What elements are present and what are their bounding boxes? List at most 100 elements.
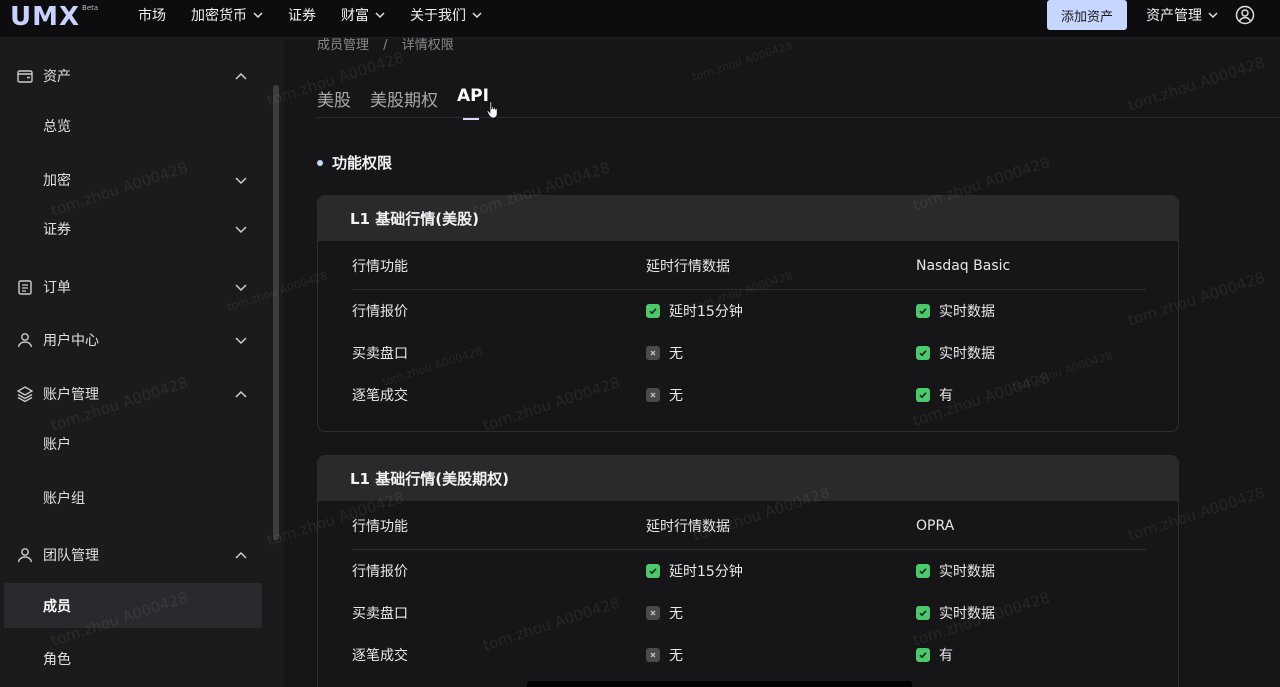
- feature-cell: 买卖盘口: [352, 606, 408, 622]
- nav-crypto[interactable]: 加密货币: [191, 5, 263, 25]
- feature-cell: 行情报价: [352, 564, 408, 580]
- column-header: 行情功能: [352, 258, 408, 275]
- table-row: 行情报价 延时15分钟 实时数据: [318, 550, 1178, 592]
- table-row: 买卖盘口 无 实时数据: [318, 592, 1178, 634]
- breadcrumb: 成员管理 / 详情权限: [317, 34, 464, 53]
- sidebar-item-assets[interactable]: 资产: [0, 56, 262, 96]
- sidebar-item-account-management[interactable]: 账户管理: [0, 374, 262, 414]
- column-header: 行情功能: [352, 518, 408, 535]
- tab-us-options[interactable]: 美股期权: [370, 86, 438, 111]
- sidebar-item-account-groups[interactable]: 账户组: [0, 478, 262, 518]
- chevron-down-icon: [1208, 12, 1218, 18]
- premium-cell: 有: [916, 385, 953, 405]
- section-title: 功能权限: [317, 152, 392, 173]
- chevron-up-icon: [235, 72, 247, 80]
- check-icon: [916, 388, 930, 402]
- sidebar-item-accounts[interactable]: 账户: [0, 424, 262, 464]
- check-icon: [916, 606, 930, 620]
- layers-icon: [16, 386, 34, 403]
- clipboard-icon: [18, 280, 32, 295]
- check-icon: [916, 304, 930, 318]
- table-header: 行情功能 延时行情数据 Nasdaq Basic: [318, 241, 1178, 290]
- tab-us-stocks[interactable]: 美股: [317, 86, 351, 111]
- tabs-divider: [317, 117, 1280, 118]
- feature-cell: 买卖盘口: [352, 346, 408, 362]
- bullet-dot: [317, 159, 323, 166]
- cross-icon: [646, 346, 660, 360]
- tab-bar: 美股 美股期权 API: [317, 86, 508, 120]
- table-row: 行情报价 延时15分钟 实时数据: [318, 290, 1178, 332]
- chevron-down-icon: [235, 336, 247, 344]
- chevron-down-icon: [235, 176, 247, 184]
- chevron-down-icon: [472, 12, 482, 18]
- user-account-icon[interactable]: [1234, 4, 1256, 26]
- asset-management-menu[interactable]: 资产管理: [1146, 0, 1218, 30]
- nav-securities[interactable]: 证券: [288, 5, 316, 25]
- sidebar-item-crypto[interactable]: 加密: [0, 160, 262, 200]
- nav-market[interactable]: 市场: [138, 5, 166, 25]
- table-row: 逐笔成交 无 有: [318, 374, 1178, 416]
- chevron-down-icon: [235, 283, 247, 291]
- breadcrumb-separator: /: [383, 38, 388, 53]
- add-asset-button[interactable]: 添加资产: [1047, 0, 1127, 30]
- sidebar-item-members[interactable]: 成员: [4, 583, 262, 628]
- hand-cursor-icon: [486, 101, 498, 119]
- delayed-cell: 延时15分钟: [646, 561, 743, 581]
- column-header: Nasdaq Basic: [916, 257, 1011, 274]
- cross-icon: [646, 606, 660, 620]
- check-icon: [646, 564, 660, 578]
- delayed-cell: 延时15分钟: [646, 301, 743, 321]
- beta-badge: Beta: [82, 4, 99, 12]
- chevron-down-icon: [375, 12, 385, 18]
- delayed-cell: 无: [646, 603, 683, 623]
- delayed-cell: 无: [646, 385, 683, 405]
- top-navbar: UMX Beta 市场 加密货币 证券 财富 关于我们 添加资产 资产管理: [0, 0, 1280, 38]
- check-icon: [916, 346, 930, 360]
- user-icon: [17, 333, 33, 348]
- table-row: 逐笔成交 无 有: [318, 634, 1178, 676]
- premium-cell: 实时数据: [916, 561, 995, 581]
- main-nav: 市场 加密货币 证券 财富 关于我们: [138, 0, 507, 30]
- logo[interactable]: UMX Beta: [10, 2, 98, 32]
- check-icon: [916, 564, 930, 578]
- delayed-cell: 无: [646, 343, 683, 363]
- chevron-down-icon: [253, 12, 263, 18]
- feature-cell: 逐笔成交: [352, 648, 408, 664]
- screen-bottom-bar: [527, 681, 912, 687]
- cross-icon: [646, 648, 660, 662]
- chevron-up-icon: [235, 390, 247, 398]
- sidebar-item-overview[interactable]: 总览: [0, 106, 262, 146]
- feature-cell: 逐笔成交: [352, 388, 408, 404]
- sidebar-item-team-management[interactable]: 团队管理: [0, 535, 262, 575]
- logo-text: UMX: [10, 2, 81, 32]
- check-icon: [916, 648, 930, 662]
- breadcrumb-current: 详情权限: [401, 38, 454, 53]
- delayed-cell: 无: [646, 645, 683, 665]
- premium-cell: 有: [916, 645, 953, 665]
- team-icon: [17, 548, 33, 563]
- card-title: L1 基础行情(美股期权): [318, 456, 1178, 501]
- sidebar-item-orders[interactable]: 订单: [0, 267, 262, 307]
- main-content: 成员管理 / 详情权限 美股 美股期权 API 功能权限 L1 基础行情(美股)…: [285, 38, 1280, 687]
- table-row: 买卖盘口 无 实时数据: [318, 332, 1178, 374]
- chevron-up-icon: [235, 551, 247, 559]
- sidebar-scrollbar[interactable]: [273, 85, 279, 540]
- premium-cell: 实时数据: [916, 343, 995, 363]
- chevron-down-icon: [235, 225, 247, 233]
- premium-cell: 实时数据: [916, 301, 995, 321]
- sidebar-item-roles[interactable]: 角色: [0, 639, 262, 679]
- card-title: L1 基础行情(美股): [318, 196, 1178, 241]
- sidebar: 资产 总览 加密 证券 订单 用户中心 账户管理 账户 账户组 团队管理 成员: [0, 40, 283, 687]
- column-header: OPRA: [916, 517, 955, 534]
- column-header: 延时行情数据: [646, 258, 730, 275]
- nav-about[interactable]: 关于我们: [410, 5, 482, 25]
- sidebar-item-securities[interactable]: 证券: [0, 209, 262, 249]
- nav-wealth[interactable]: 财富: [341, 5, 385, 25]
- sidebar-item-user-center[interactable]: 用户中心: [0, 320, 262, 360]
- permission-card-us-options: L1 基础行情(美股期权) 行情功能 延时行情数据 OPRA 行情报价 延时15…: [317, 455, 1179, 687]
- column-header: 延时行情数据: [646, 518, 730, 535]
- check-icon: [646, 304, 660, 318]
- table-header: 行情功能 延时行情数据 OPRA: [318, 501, 1178, 550]
- breadcrumb-parent[interactable]: 成员管理: [317, 38, 369, 53]
- tab-api[interactable]: API: [457, 86, 489, 120]
